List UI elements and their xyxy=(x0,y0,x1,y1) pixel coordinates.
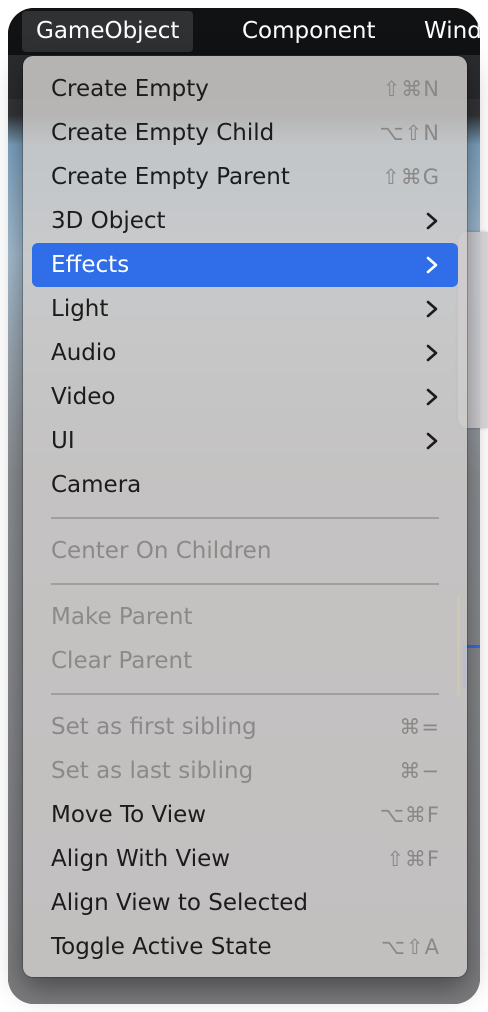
menu-item-3d-object[interactable]: 3D Object xyxy=(32,199,458,243)
menu-separator xyxy=(51,693,439,695)
menu-item-label: Video xyxy=(51,384,116,410)
menu-separator xyxy=(51,583,439,585)
menu-item-shortcut: ⌘− xyxy=(399,759,440,783)
menu-item-create-empty-child[interactable]: Create Empty Child ⌥⇧N xyxy=(32,111,458,155)
menu-item-ui[interactable]: UI xyxy=(32,419,458,463)
menu-item-shortcut: ⌘= xyxy=(399,715,440,739)
menu-item-video[interactable]: Video xyxy=(32,375,458,419)
menu-item-label: 3D Object xyxy=(51,208,166,234)
menu-separator xyxy=(51,517,439,519)
menu-item-label: UI xyxy=(51,428,75,454)
chevron-right-icon xyxy=(422,431,442,451)
chevron-right-icon xyxy=(422,299,442,319)
menu-bar: GameObject Component Wind xyxy=(8,8,480,55)
menu-item-create-empty-parent[interactable]: Create Empty Parent ⇧⌘G xyxy=(32,155,458,199)
menu-item-clear-parent: Clear Parent xyxy=(32,639,458,683)
menu-item-label: Effects xyxy=(51,252,130,278)
menu-item-toggle-active-state[interactable]: Toggle Active State ⌥⇧A xyxy=(32,925,458,969)
menu-item-label: Clear Parent xyxy=(51,648,193,674)
menu-item-shortcut: ⌥⇧A xyxy=(380,935,440,959)
menu-item-label: Toggle Active State xyxy=(51,934,272,960)
menu-item-label: Camera xyxy=(51,472,142,498)
menu-item-effects[interactable]: Effects xyxy=(32,243,458,287)
menu-item-shortcut: ⇧⌘N xyxy=(382,77,440,101)
menu-item-shortcut: ⇧⌘F xyxy=(386,847,440,871)
menu-item-shortcut: ⇧⌘G xyxy=(382,165,440,189)
menu-item-shortcut: ⌥⇧N xyxy=(379,121,440,145)
menu-item-set-as-last-sibling: Set as last sibling ⌘− xyxy=(32,749,458,793)
chevron-right-icon xyxy=(422,343,442,363)
menu-item-label: Create Empty Parent xyxy=(51,164,290,190)
menu-item-set-as-first-sibling: Set as first sibling ⌘= xyxy=(32,705,458,749)
menu-item-label: Light xyxy=(51,296,109,322)
menu-item-label: Set as last sibling xyxy=(51,758,254,784)
menubar-gameobject[interactable]: GameObject xyxy=(22,11,194,52)
gameobject-dropdown-menu: Create Empty ⇧⌘N Create Empty Child ⌥⇧N Crea… xyxy=(23,56,467,977)
menubar-window[interactable]: Wind xyxy=(410,8,480,55)
chevron-right-icon xyxy=(422,387,442,407)
menu-item-center-on-children: Center On Children xyxy=(32,529,458,573)
menu-item-make-parent: Make Parent xyxy=(32,595,458,639)
menu-item-move-to-view[interactable]: Move To View ⌥⌘F xyxy=(32,793,458,837)
chevron-right-icon xyxy=(422,255,442,275)
menu-item-align-view-to-selected[interactable]: Align View to Selected xyxy=(32,881,458,925)
menu-item-audio[interactable]: Audio xyxy=(32,331,458,375)
menu-item-camera[interactable]: Camera xyxy=(32,463,458,507)
menu-item-label: Align With View xyxy=(51,846,231,872)
menu-item-label: Move To View xyxy=(51,802,207,828)
menu-item-label: Audio xyxy=(51,340,117,366)
menu-item-light[interactable]: Light xyxy=(32,287,458,331)
menu-item-align-with-view[interactable]: Align With View ⇧⌘F xyxy=(32,837,458,881)
menu-item-label: Set as first sibling xyxy=(51,714,257,740)
menubar-component[interactable]: Component xyxy=(228,8,390,55)
menu-item-label: Make Parent xyxy=(51,604,193,630)
menu-item-label: Create Empty Child xyxy=(51,120,275,146)
menu-item-label: Align View to Selected xyxy=(51,890,308,916)
menu-item-label: Create Empty xyxy=(51,76,209,102)
menu-item-create-empty[interactable]: Create Empty ⇧⌘N xyxy=(32,67,458,111)
menu-item-label: Center On Children xyxy=(51,538,272,564)
menu-item-shortcut: ⌥⌘F xyxy=(379,803,440,827)
chevron-right-icon xyxy=(422,211,442,231)
